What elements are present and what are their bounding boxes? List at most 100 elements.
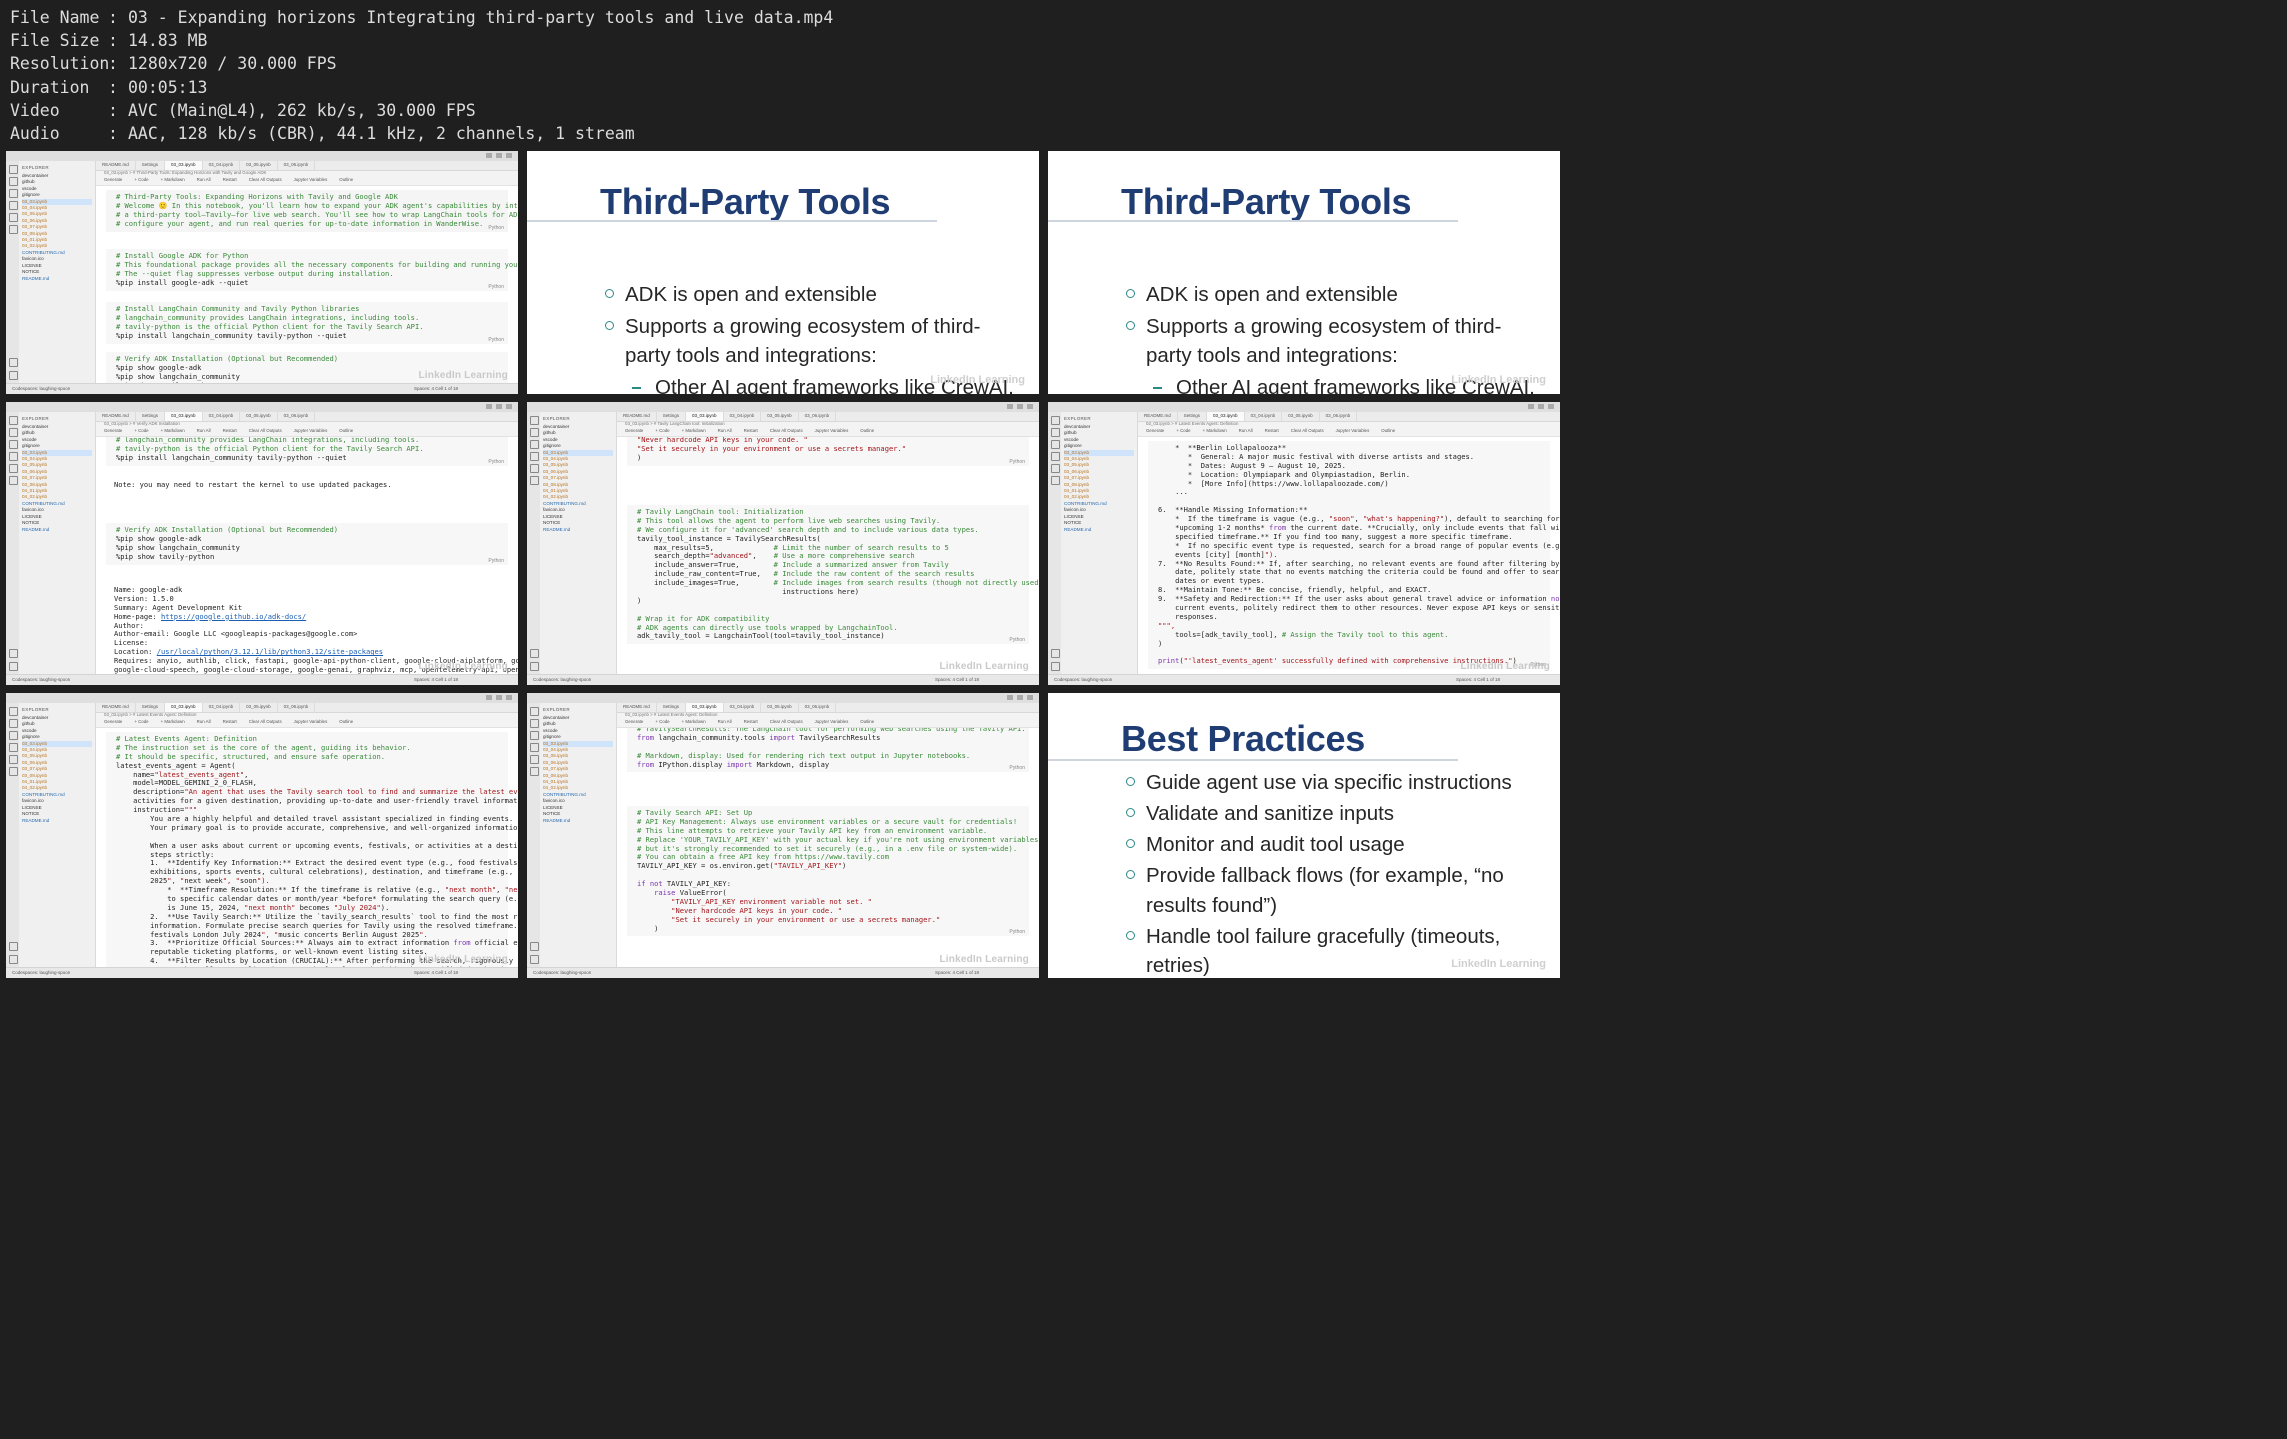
editor-tab[interactable]: 03_04.ipynb [203,703,241,712]
editor-tab[interactable]: 03_04.ipynb [1245,412,1283,421]
editor-tab[interactable]: Settings [136,161,166,170]
search-icon[interactable] [9,177,18,186]
editor-tab[interactable]: 03_03.ipynb [165,412,203,421]
explorer-file-item[interactable]: README.md [22,276,92,282]
remote-icon[interactable] [9,225,18,234]
gear-icon[interactable] [1051,662,1060,671]
maximize-button[interactable] [496,404,502,409]
remote-icon[interactable] [9,476,18,485]
run-debug-icon[interactable] [530,743,539,752]
minimize-button[interactable] [1007,404,1013,409]
gear-icon[interactable] [530,662,539,671]
editor-tab[interactable]: 03_06.ipynb [1320,412,1358,421]
explorer-file-item[interactable]: README.md [22,818,92,824]
notebook-toolbar-button[interactable]: + Markdown [161,177,185,185]
close-button[interactable] [1548,404,1554,409]
source-control-icon[interactable] [9,440,18,449]
notebook-toolbar-button[interactable]: Clear All Outputs [1291,428,1324,436]
editor-tab[interactable]: 03_04.ipynb [724,412,762,421]
close-button[interactable] [506,404,512,409]
editor-tab[interactable]: 03_06.ipynb [799,412,837,421]
source-control-icon[interactable] [1051,440,1060,449]
notebook-toolbar-button[interactable]: Restart [744,719,758,727]
cell-source[interactable]: # langchain_community provides LangChain… [108,437,508,466]
notebook-toolbar-button[interactable]: Run All [197,719,211,727]
notebook-toolbar-button[interactable]: Outline [339,177,353,185]
search-icon[interactable] [9,428,18,437]
cell-source[interactable]: * **Berlin Lollapalooza** * General: A m… [1150,441,1560,669]
close-button[interactable] [1027,404,1033,409]
minimize-button[interactable] [486,695,492,700]
notebook-toolbar-button[interactable]: + Markdown [161,719,185,727]
source-control-icon[interactable] [9,731,18,740]
notebook-toolbar-button[interactable]: Run All [197,428,211,436]
notebook-toolbar-button[interactable]: Run All [1239,428,1253,436]
search-icon[interactable] [1051,428,1060,437]
extensions-icon[interactable] [1051,464,1060,473]
explorer-icon[interactable] [1051,416,1060,425]
maximize-button[interactable] [496,695,502,700]
notebook-toolbar-button[interactable]: + Markdown [161,428,185,436]
cell-source[interactable]: # Install LangChain Community and Tavily… [108,302,508,344]
notebook-toolbar-button[interactable]: Run All [718,428,732,436]
code-cell-verify-adk[interactable]: # Verify ADK Installation (Optional but … [106,523,508,565]
editor-tab[interactable]: 03_04.ipynb [203,161,241,170]
editor-tab[interactable]: README.md [1138,412,1178,421]
notebook-toolbar-button[interactable]: Jupyter Variables [294,719,328,727]
source-control-icon[interactable] [530,440,539,449]
notebook-toolbar-button[interactable]: + Code [655,719,669,727]
extensions-icon[interactable] [9,464,18,473]
code-cell-tavily-init[interactable]: # Tavily LangChain tool: Initialization #… [627,505,1038,645]
code-cell-agent-instructions[interactable]: * **Berlin Lollapalooza** * General: A m… [1148,441,1560,670]
editor-tab[interactable]: 03_05.ipynb [240,412,278,421]
source-control-icon[interactable] [530,731,539,740]
editor-tab[interactable]: 03_06.ipynb [799,703,837,712]
code-cell-tavily-setup-tail[interactable]: "Never hardcode API keys in your code. "… [627,437,1029,466]
notebook-toolbar-button[interactable]: Clear All Outputs [249,428,282,436]
notebook-toolbar-button[interactable]: Restart [223,177,237,185]
explorer-file-item[interactable]: README.md [1064,527,1134,533]
cell-source[interactable]: # Third-Party Tools: Expanding Horizons … [108,190,518,232]
extensions-icon[interactable] [530,755,539,764]
editor-tab[interactable]: Settings [1178,412,1208,421]
notebook-toolbar-button[interactable]: + Code [134,719,148,727]
editor-tab[interactable]: 03_05.ipynb [240,703,278,712]
account-icon[interactable] [9,358,18,367]
output-link[interactable]: https://google.github.io/adk-docs/ [161,612,306,621]
code-cell-install-adk[interactable]: # Install Google ADK for Python # This fo… [106,249,518,291]
minimize-button[interactable] [486,153,492,158]
code-cell-imports[interactable]: # TavilySearchResults: The LangChain too… [627,728,1029,773]
editor-tab[interactable]: 03_06.ipynb [278,412,316,421]
editor-tab[interactable]: README.md [96,412,136,421]
notebook-toolbar-button[interactable]: Generate [1146,428,1164,436]
notebook-toolbar-button[interactable]: Restart [223,719,237,727]
minimize-button[interactable] [1007,695,1013,700]
notebook-toolbar-button[interactable]: + Code [655,428,669,436]
editor-tab[interactable]: 03_06.ipynb [278,703,316,712]
notebook-toolbar-button[interactable]: Restart [1265,428,1279,436]
notebook-toolbar-button[interactable]: Clear All Outputs [770,719,803,727]
cell-source[interactable]: # TavilySearchResults: The LangChain too… [629,728,1029,772]
search-icon[interactable] [9,719,18,728]
editor-tab[interactable]: 03_05.ipynb [761,703,799,712]
gear-icon[interactable] [9,662,18,671]
run-debug-icon[interactable] [9,743,18,752]
close-button[interactable] [506,153,512,158]
notebook-toolbar-button[interactable]: Clear All Outputs [249,719,282,727]
account-icon[interactable] [1051,649,1060,658]
cell-source[interactable]: # Tavily LangChain tool: Initialization #… [629,505,1038,644]
remote-icon[interactable] [530,767,539,776]
explorer-icon[interactable] [9,707,18,716]
notebook-toolbar-button[interactable]: Generate [625,428,643,436]
notebook-toolbar-button[interactable]: Jupyter Variables [294,428,328,436]
account-icon[interactable] [9,649,18,658]
notebook-toolbar-button[interactable]: Outline [860,428,874,436]
notebook-toolbar-button[interactable]: + Code [134,428,148,436]
cell-source[interactable]: # Verify ADK Installation (Optional but … [108,523,508,565]
maximize-button[interactable] [496,153,502,158]
editor-tab[interactable]: Settings [136,412,166,421]
editor-tab[interactable]: 03_05.ipynb [240,161,278,170]
editor-tab[interactable]: 03_04.ipynb [203,412,241,421]
notebook-toolbar-button[interactable]: Jupyter Variables [1336,428,1370,436]
remote-icon[interactable] [530,476,539,485]
